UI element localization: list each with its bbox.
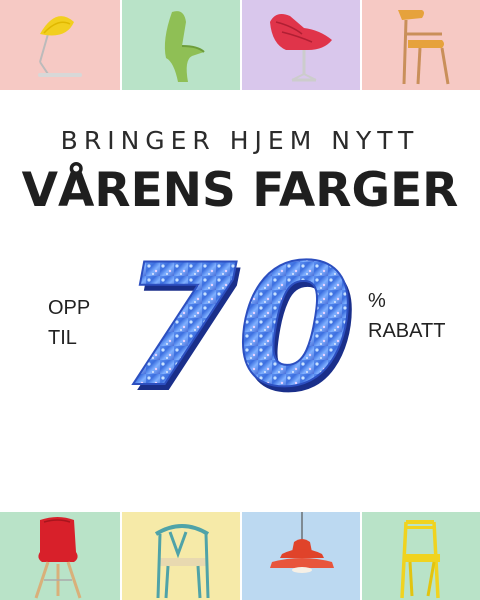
offer-prefix-line1: OPP <box>48 297 91 319</box>
offer-prefix: OPP TIL <box>48 293 90 353</box>
red-lounge-chair-tile[interactable] <box>240 0 360 90</box>
green-chair-tile[interactable] <box>120 0 240 90</box>
wooden-armchair-icon <box>398 10 450 85</box>
discount-number: 70 70 <box>118 227 363 430</box>
offer-suffix: % RABATT <box>368 286 445 346</box>
discount-number-text: 70 <box>120 248 354 398</box>
headline-subtitle: BRINGER HJEM NYTT <box>60 126 420 155</box>
wishbone-chair-icon <box>154 524 210 599</box>
metal-chair-icon <box>400 520 440 599</box>
orange-chair-tile[interactable] <box>360 0 480 90</box>
top-product-tiles <box>0 0 480 90</box>
yellow-lamp-tile[interactable] <box>0 0 120 90</box>
wishbone-chair-tile[interactable] <box>120 512 240 600</box>
pendant-lamp-icon <box>270 512 334 573</box>
offer-prefix-line2: TIL <box>48 327 77 349</box>
bottom-product-tiles <box>0 512 480 600</box>
eames-chair-icon <box>34 517 82 599</box>
table-lamp-icon <box>38 16 82 77</box>
lounge-chair-icon <box>270 14 332 82</box>
percent-sign: % <box>368 290 386 312</box>
pendant-lamp-tile[interactable] <box>240 512 360 600</box>
red-eames-chair-tile[interactable] <box>0 512 120 600</box>
yellow-metal-chair-tile[interactable] <box>360 512 480 600</box>
headline-title: VÅRENS FARGER <box>21 163 459 218</box>
panton-chair-icon <box>164 11 205 82</box>
offer-suffix-label: RABATT <box>368 320 446 342</box>
